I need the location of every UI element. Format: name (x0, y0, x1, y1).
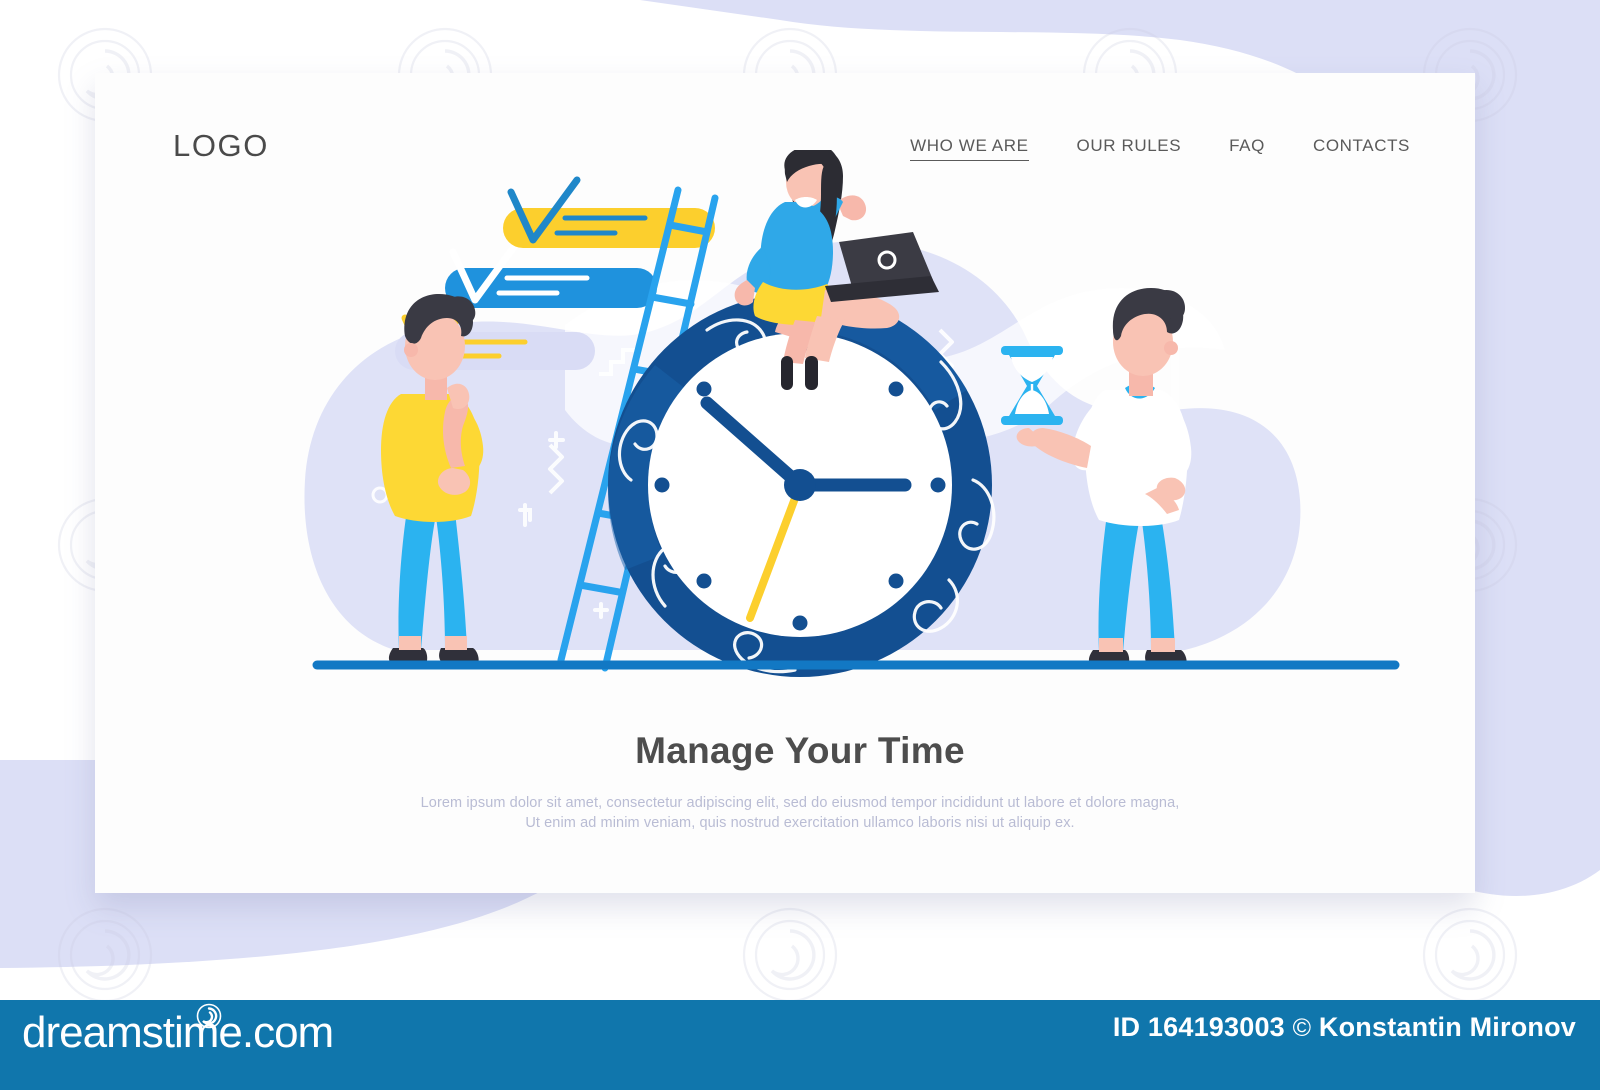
checklist-item-2 (445, 236, 657, 308)
illustration-canvas (304, 150, 1400, 677)
page-subtitle: Lorem ipsum dolor sit amet, consectetur … (0, 793, 1600, 833)
checklist-item-1 (503, 176, 715, 248)
hero-illustration (95, 150, 1475, 695)
copyright-symbol: © (1292, 1014, 1312, 1042)
screenshot-root: LOGO WHO WE ARE OUR RULES FAQ CONTACTS M… (0, 0, 1600, 1090)
image-id: ID 164193003 (1112, 1012, 1285, 1042)
dreamstime-spiral-icon (196, 1003, 222, 1029)
image-credit: ID 164193003 © Konstantin Mironov (1113, 1012, 1576, 1043)
author-name: Konstantin Mironov (1318, 1012, 1576, 1042)
dreamstime-wordmark: dreamstime.com (22, 1008, 334, 1057)
subtitle-line-2: Ut enim ad minim veniam, quis nostrud ex… (525, 815, 1075, 831)
subtitle-line-1: Lorem ipsum dolor sit amet, consectetur … (420, 795, 1180, 811)
page-title: Manage Your Time (635, 730, 965, 771)
